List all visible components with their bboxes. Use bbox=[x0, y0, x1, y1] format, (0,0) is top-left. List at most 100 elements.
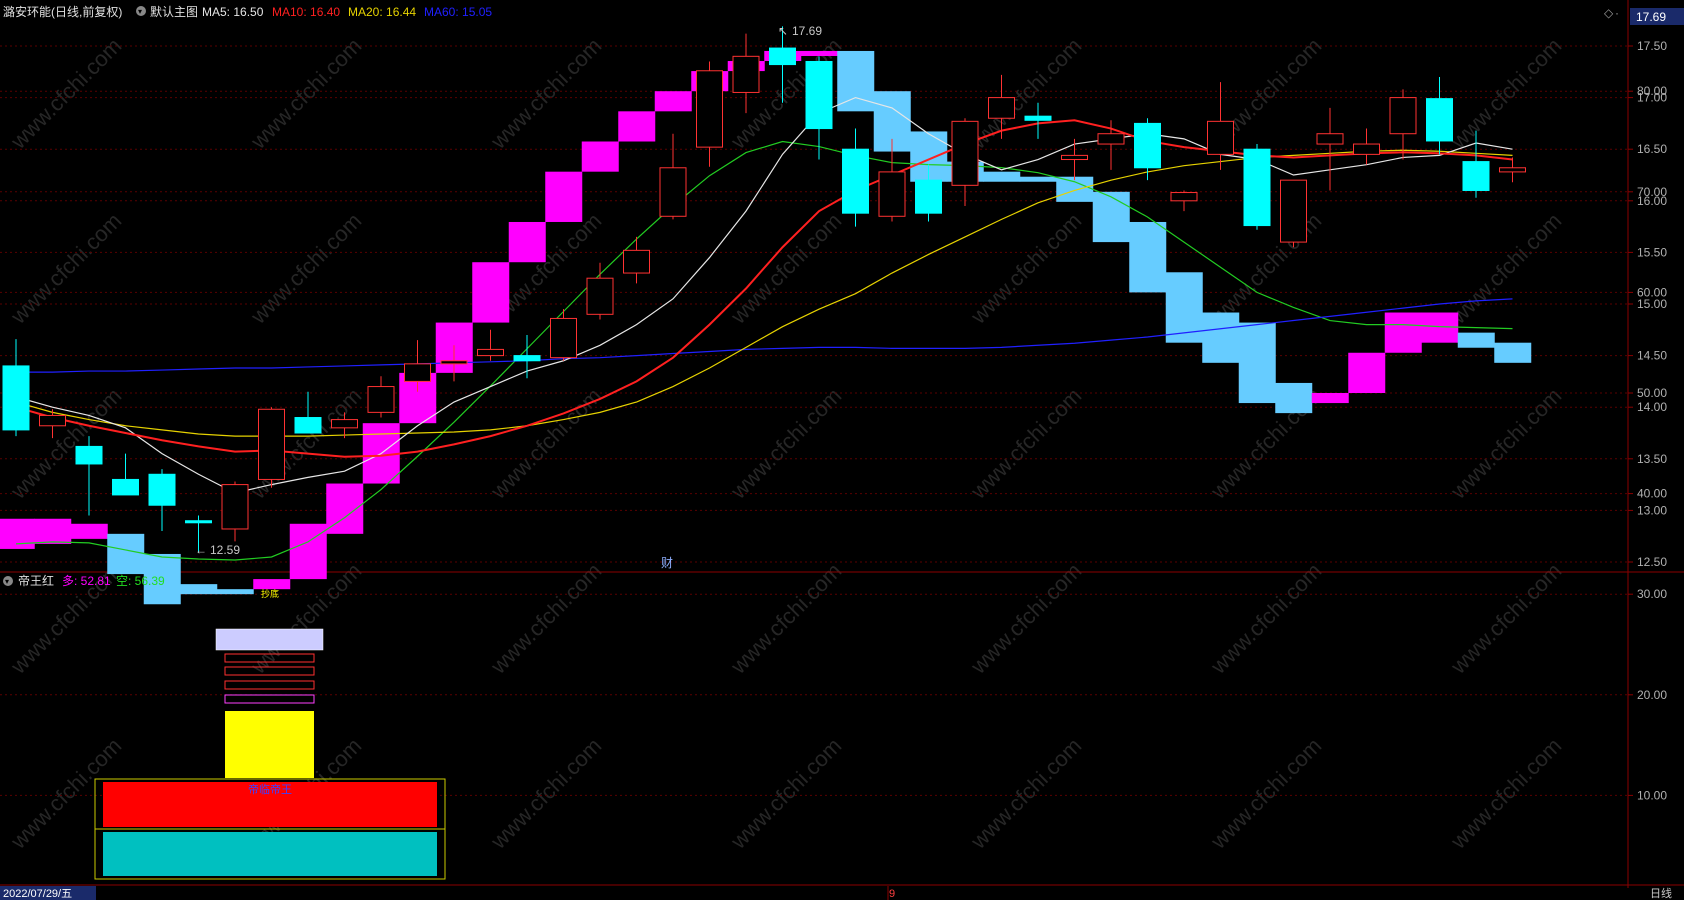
indicator-step bbox=[34, 518, 72, 544]
indicator-step bbox=[654, 91, 692, 112]
stock-title[interactable]: 潞安环能(日线,前复权) bbox=[3, 4, 122, 19]
long-label: 多: 52.81 bbox=[62, 574, 111, 588]
template-label[interactable]: 默认主图 bbox=[150, 4, 198, 19]
candle-body bbox=[331, 419, 358, 429]
candle bbox=[1243, 144, 1271, 230]
price-tick-label: 13.50 bbox=[1637, 452, 1667, 466]
candle-body bbox=[805, 60, 833, 130]
low-annotation: ← 12.59 bbox=[195, 543, 240, 557]
indicator-step bbox=[1056, 176, 1094, 202]
indicator-step bbox=[1311, 393, 1349, 404]
month-label: 9 bbox=[889, 888, 895, 900]
indicator-step bbox=[618, 111, 656, 142]
price-tick-label: 17.50 bbox=[1637, 39, 1667, 53]
period-label[interactable]: 日线 bbox=[1650, 886, 1672, 900]
chevron-down-icon: ▾ bbox=[138, 7, 142, 16]
indicator-step bbox=[1019, 176, 1057, 182]
candle-body bbox=[878, 171, 906, 217]
indicator-tick-label: 20.00 bbox=[1637, 688, 1667, 702]
chevron-down-icon: ▾ bbox=[5, 577, 9, 586]
candle-body bbox=[112, 478, 139, 496]
candle-body bbox=[1170, 192, 1198, 202]
indicator-step bbox=[107, 533, 145, 575]
indicator-tick-label: 50.00 bbox=[1637, 386, 1667, 400]
candle-body bbox=[367, 386, 395, 413]
candle-body bbox=[2, 365, 30, 431]
price-tick-label: 12.50 bbox=[1637, 555, 1667, 569]
indicator-tick-label: 80.00 bbox=[1637, 84, 1667, 98]
candle-body bbox=[1280, 179, 1307, 243]
indicator-header: ▾ 帝王红 多: 52.81 空: 56.39 bbox=[3, 573, 165, 588]
indicator-step bbox=[216, 589, 254, 595]
cai-marker[interactable]: 财 bbox=[661, 556, 673, 570]
widget-strip-label: 帝临帝王 bbox=[248, 782, 292, 796]
indicator-step bbox=[983, 171, 1021, 182]
candle-body bbox=[148, 473, 176, 506]
chart-canvas[interactable]: www.cfchi.com www.cfchi.com www.cfchi.com w… bbox=[0, 0, 1684, 900]
cursor-date: 2022/07/29/五 bbox=[3, 888, 72, 900]
indicator-step bbox=[837, 50, 875, 112]
candle-body bbox=[477, 348, 504, 357]
candle-body bbox=[696, 70, 723, 148]
candle-body bbox=[769, 47, 796, 66]
candle-body bbox=[440, 360, 468, 365]
high-label: 17.69 bbox=[792, 24, 822, 38]
indicator-step bbox=[1238, 322, 1276, 404]
price-tick-label: 15.50 bbox=[1637, 245, 1667, 259]
candle-body bbox=[1024, 115, 1052, 121]
indicator-name[interactable]: 帝王红 bbox=[18, 573, 54, 588]
candle-body bbox=[404, 363, 431, 382]
indicator-tick-label: 70.00 bbox=[1637, 185, 1667, 199]
candle-body bbox=[550, 317, 577, 359]
candle-body bbox=[1207, 120, 1234, 155]
ma60-label: MA60: 15.05 bbox=[424, 5, 492, 19]
indicator-step bbox=[581, 141, 619, 172]
candle-body bbox=[1097, 133, 1125, 145]
ma20-label: MA20: 16.44 bbox=[348, 5, 416, 19]
indicator-tick-label: 30.00 bbox=[1637, 587, 1667, 601]
short-label: 空: 56.39 bbox=[116, 574, 165, 588]
indicator-step bbox=[545, 171, 583, 222]
candle-body bbox=[1316, 133, 1344, 145]
high-arrow: ↖ bbox=[778, 24, 788, 38]
dot-icon[interactable]: · bbox=[1615, 6, 1619, 20]
candle-body bbox=[1462, 161, 1490, 191]
candle-body bbox=[513, 355, 541, 362]
indicator-tick-label: 10.00 bbox=[1637, 788, 1667, 802]
candle-body bbox=[988, 97, 1015, 119]
price-tick-label: 13.00 bbox=[1637, 503, 1667, 517]
indicator-tick-label: 40.00 bbox=[1637, 487, 1667, 501]
candle bbox=[258, 407, 285, 488]
price-tick-label: 16.50 bbox=[1637, 142, 1667, 156]
candle-body bbox=[1389, 97, 1417, 135]
indicator-step bbox=[1457, 332, 1495, 348]
candle bbox=[1280, 179, 1307, 248]
candle-body bbox=[732, 55, 760, 93]
candle-body bbox=[1426, 98, 1453, 142]
indicator-step bbox=[253, 579, 291, 590]
indicator-tick-label: 60.00 bbox=[1637, 285, 1667, 299]
high-annotation: ↖ 17.69 bbox=[778, 24, 822, 38]
indicator-step bbox=[472, 262, 510, 323]
candle-body bbox=[623, 249, 650, 274]
indicator-step bbox=[1384, 312, 1422, 353]
candle-body bbox=[185, 520, 212, 524]
indicator-step bbox=[1202, 312, 1240, 363]
candle-body bbox=[294, 417, 322, 434]
last-price-label: 17.69 bbox=[1636, 10, 1666, 24]
widget-lavender-box bbox=[215, 628, 324, 651]
low-arrow: ← bbox=[195, 543, 207, 557]
candle-body bbox=[75, 445, 103, 465]
indicator-step bbox=[1129, 221, 1167, 293]
candle-body bbox=[1134, 122, 1161, 169]
indicator-step bbox=[1348, 352, 1386, 393]
price-tick-label: 14.00 bbox=[1637, 400, 1667, 414]
indicator-step bbox=[1494, 342, 1532, 363]
diamond-icon[interactable]: ◇ bbox=[1604, 6, 1614, 20]
ma5-label: MA5: 16.50 bbox=[202, 5, 264, 19]
candle-body bbox=[1353, 143, 1380, 155]
widget-cyan-strip bbox=[103, 832, 437, 876]
indicator-step bbox=[1421, 312, 1459, 343]
candle-body bbox=[659, 167, 687, 217]
candle-body bbox=[258, 408, 285, 480]
